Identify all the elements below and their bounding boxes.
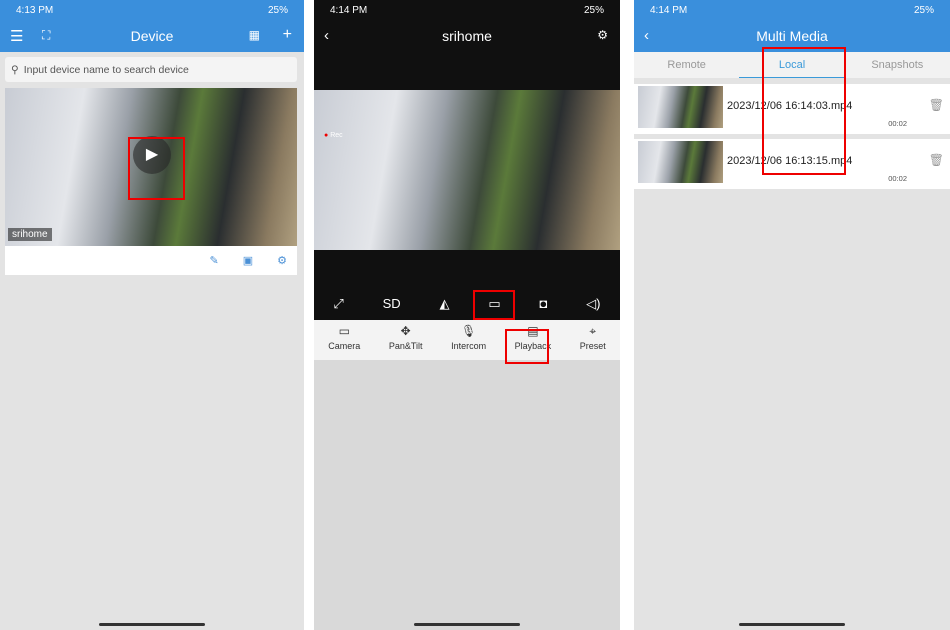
back-icon[interactable]: ‹ <box>644 27 649 44</box>
live-view-screen: 4:14 PM 25% ‹ srihome ⚙ ● Rec ⤢ SD ◭ ▭ ◘ ◁)… <box>314 0 620 630</box>
microphone-icon: 🎙︎ <box>460 324 477 338</box>
search-input[interactable]: ⚲ Input device name to search device <box>5 57 297 82</box>
trash-icon[interactable]: 🗑︎ <box>929 98 944 112</box>
media-icon[interactable]: ▣ <box>243 254 253 267</box>
highlight-box <box>128 137 185 200</box>
highlight-box <box>505 329 549 364</box>
search-icon: ⚲ <box>11 63 19 76</box>
status-bar: 4:14 PM 25% <box>650 4 934 16</box>
mirror-icon[interactable]: ◭ <box>440 296 450 312</box>
status-bar: 4:13 PM 25% <box>16 4 288 16</box>
trash-icon[interactable]: 🗑︎ <box>929 153 944 167</box>
page-title: Device <box>130 28 174 44</box>
status-bar: 4:14 PM 25% <box>330 4 604 16</box>
nav-handle <box>99 623 205 626</box>
camera-icon: ▭ <box>338 324 350 338</box>
back-icon[interactable]: ‹ <box>324 27 329 44</box>
highlight-box <box>762 47 846 175</box>
menu-intercom[interactable]: 🎙︎ Intercom <box>451 320 486 360</box>
speaker-icon[interactable]: ◁) <box>586 296 600 312</box>
scan-icon[interactable]: ⛶ <box>42 28 50 43</box>
page-title: srihome <box>442 28 492 44</box>
nav-handle <box>739 623 845 626</box>
location-pin-icon: ⌖ <box>589 324 597 338</box>
grid-view-icon[interactable]: ▦ <box>249 28 260 42</box>
video-thumbnail <box>638 86 723 128</box>
edit-icon[interactable]: ✎ <box>210 254 219 267</box>
menu-icon[interactable]: ☰ <box>10 27 23 45</box>
settings-icon[interactable]: ⚙ <box>277 254 287 267</box>
video-thumbnail <box>638 141 723 183</box>
menu-camera[interactable]: ▭ Camera <box>328 320 360 360</box>
menu-preset[interactable]: ⌖ Preset <box>580 320 606 360</box>
settings-icon[interactable]: ⚙ <box>597 28 608 42</box>
move-icon: ✥ <box>400 324 411 338</box>
live-video[interactable] <box>314 90 620 250</box>
highlight-box <box>473 290 515 320</box>
page-title: Multi Media <box>756 28 828 44</box>
tab-snapshots[interactable]: Snapshots <box>845 52 950 78</box>
menu-pan-tilt[interactable]: ✥ Pan&Tilt <box>389 320 423 360</box>
add-device-icon[interactable]: + <box>283 26 292 44</box>
device-name: srihome <box>8 228 52 241</box>
device-list-screen: 4:13 PM 25% ☰ ⛶ Device ▦ + ⚲ Input device name… <box>0 0 304 630</box>
rec-indicator: ● Rec <box>324 132 343 139</box>
tab-remote[interactable]: Remote <box>634 52 739 78</box>
nav-handle <box>414 623 520 626</box>
quality-button[interactable]: SD <box>383 296 401 312</box>
fullscreen-icon[interactable]: ⤢ <box>333 296 343 312</box>
snapshot-icon[interactable]: ◘ <box>539 296 547 312</box>
